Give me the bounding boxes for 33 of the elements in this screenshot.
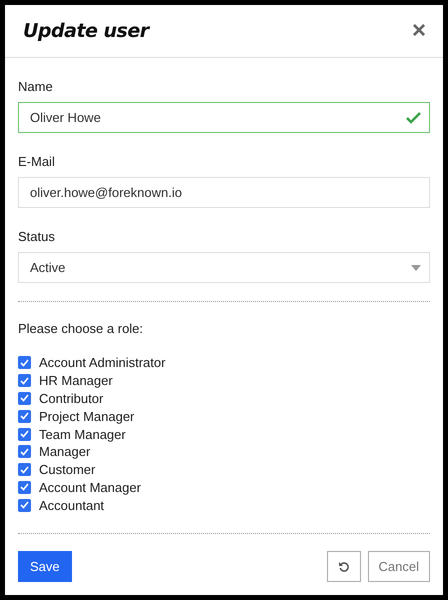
checkbox[interactable] — [18, 463, 31, 476]
input-field[interactable]: Oliver Howe — [18, 102, 430, 133]
save-button[interactable]: Save — [18, 551, 72, 582]
undo-icon — [338, 560, 350, 573]
caret-icon — [411, 264, 421, 270]
checkbox-label: Manager — [39, 444, 90, 460]
close-button[interactable]: × — [408, 19, 430, 43]
checkbox[interactable] — [18, 445, 31, 458]
checkbox[interactable] — [18, 374, 31, 388]
field-label: Name — [18, 79, 54, 94]
checkbox[interactable] — [18, 410, 31, 423]
cancel-button[interactable]: Cancel — [368, 551, 430, 582]
field-label: E-Mail — [18, 154, 56, 169]
dialog-title: Update user — [23, 20, 149, 42]
field-label: Status — [18, 229, 56, 244]
input-field[interactable]: oliver.howe@foreknown.io — [18, 177, 430, 208]
checkbox[interactable] — [18, 480, 31, 494]
role-prompt: Please choose a role: — [18, 321, 144, 336]
checkbox-label: HR Manager — [39, 373, 113, 388]
checkbox-label: Accountant — [39, 498, 104, 513]
checkbox-label: Account Manager — [39, 480, 141, 495]
status-select[interactable]: Active — [18, 252, 430, 283]
reset-button[interactable] — [326, 551, 361, 582]
checkbox-label: Project Manager — [39, 408, 134, 424]
checkbox-label: Contributor — [39, 390, 104, 406]
checkbox-label: Account Administrator — [39, 355, 166, 370]
checkbox-label: Team Manager — [39, 426, 126, 442]
checkbox[interactable] — [18, 428, 31, 441]
checkbox[interactable] — [18, 392, 31, 405]
checkbox-label: Customer — [39, 462, 96, 478]
checkbox[interactable] — [18, 356, 31, 370]
check-icon — [406, 112, 421, 124]
checkbox[interactable] — [18, 498, 31, 512]
